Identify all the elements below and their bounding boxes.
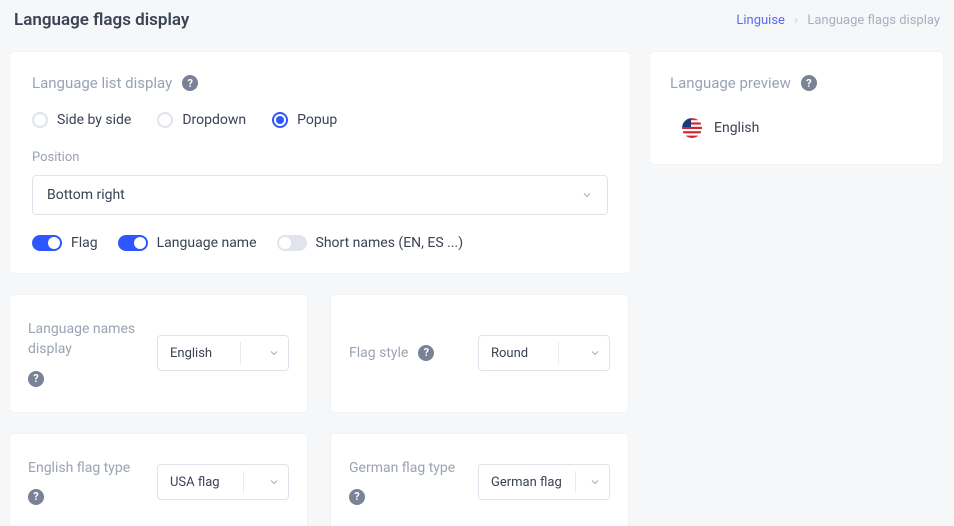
chevron-right-icon: › <box>794 13 798 28</box>
radio-icon <box>157 112 173 128</box>
page-title: Language flags display <box>14 10 189 30</box>
section-label-text: Language preview <box>670 74 791 92</box>
field-label: Flag style <box>349 343 408 363</box>
help-icon[interactable]: ? <box>182 75 198 91</box>
toggle-language-name[interactable] <box>118 235 148 251</box>
chevron-down-icon <box>268 347 280 359</box>
help-icon[interactable]: ? <box>418 345 434 361</box>
flag-style-select[interactable]: Round <box>478 335 610 371</box>
chevron-down-icon <box>581 189 593 201</box>
select-value: USA flag <box>170 475 220 490</box>
section-label-text: Language list display <box>32 74 172 92</box>
breadcrumb: Linguise › Language flags display <box>736 13 940 28</box>
english-flag-type-select[interactable]: USA flag <box>157 464 289 500</box>
toggle-label: Short names (EN, ES ...) <box>316 235 464 251</box>
toggle-short-names[interactable] <box>277 235 307 251</box>
select-value: German flag <box>491 475 562 490</box>
divider <box>575 471 576 493</box>
help-icon[interactable]: ? <box>349 489 365 505</box>
toggle-flag[interactable] <box>32 235 62 251</box>
breadcrumb-current: Language flags display <box>807 13 940 28</box>
chevron-down-icon <box>589 347 601 359</box>
english-flag-type-card: English flag type ? USA flag <box>10 434 307 526</box>
divider <box>243 471 244 493</box>
radio-popup[interactable]: Popup <box>272 112 337 128</box>
position-select[interactable]: Bottom right <box>32 175 608 215</box>
radio-icon <box>32 112 48 128</box>
help-icon[interactable]: ? <box>28 371 44 387</box>
preview-item-label: English <box>714 120 759 136</box>
language-names-display-card: Language names display ? English <box>10 295 307 412</box>
radio-label: Side by side <box>57 112 131 128</box>
usa-flag-icon <box>682 118 702 138</box>
language-preview-label: Language preview ? <box>670 74 817 92</box>
chevron-down-icon <box>589 476 601 488</box>
help-icon[interactable]: ? <box>801 75 817 91</box>
breadcrumb-root[interactable]: Linguise <box>736 13 785 28</box>
select-value: Bottom right <box>47 187 125 203</box>
german-flag-type-select[interactable]: German flag <box>478 464 610 500</box>
language-list-display-label: Language list display ? <box>32 74 198 92</box>
help-icon[interactable]: ? <box>28 489 44 505</box>
language-preview-item: English <box>670 118 923 138</box>
select-value: Round <box>491 346 528 361</box>
toggle-label: Flag <box>71 235 98 251</box>
field-label: Language names display <box>28 321 135 357</box>
radio-side-by-side[interactable]: Side by side <box>32 112 131 128</box>
field-label: German flag type <box>349 460 455 476</box>
select-value: English <box>170 346 212 361</box>
radio-dropdown[interactable]: Dropdown <box>157 112 246 128</box>
german-flag-type-card: German flag type ? German flag <box>331 434 628 526</box>
position-label: Position <box>32 150 608 165</box>
language-names-display-select[interactable]: English <box>157 335 289 371</box>
divider <box>558 342 559 364</box>
radio-label: Popup <box>297 112 337 128</box>
toggle-label: Language name <box>157 235 257 251</box>
flag-style-card: Flag style ? Round <box>331 295 628 412</box>
radio-icon <box>272 112 288 128</box>
radio-label: Dropdown <box>182 112 246 128</box>
divider <box>240 342 241 364</box>
field-label: English flag type <box>28 460 130 476</box>
chevron-down-icon <box>268 476 280 488</box>
